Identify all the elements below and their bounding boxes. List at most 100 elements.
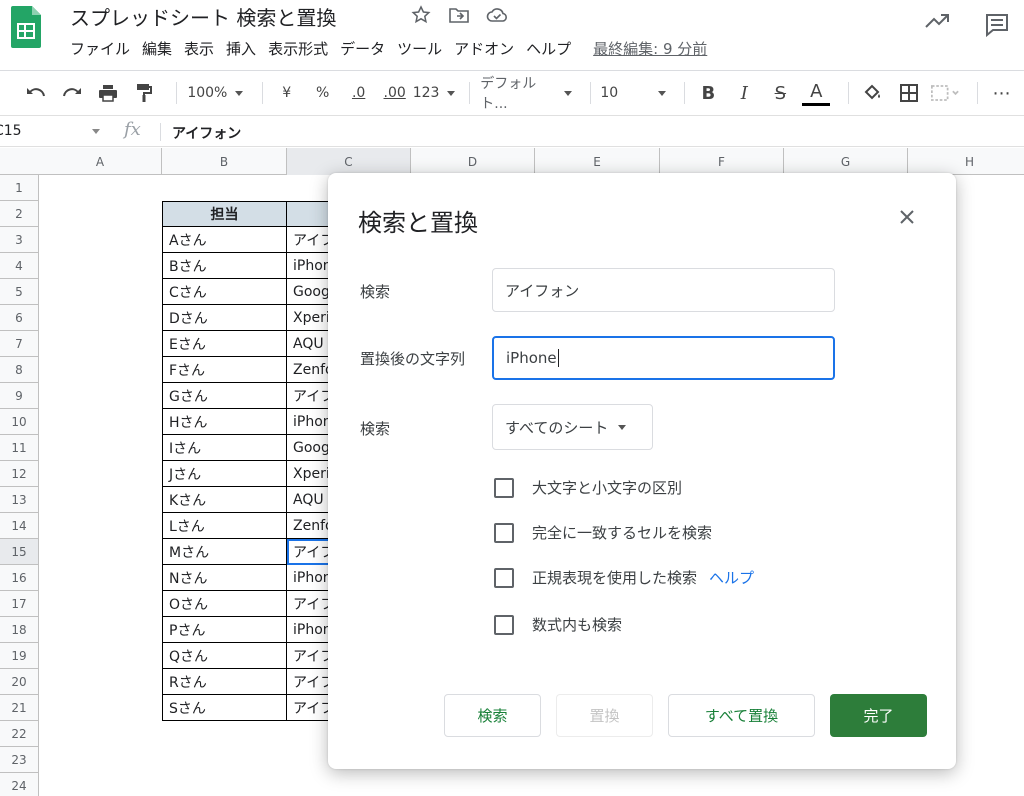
column-header-h[interactable]: H — [908, 148, 1024, 175]
table-cell-name[interactable]: Dさん — [162, 305, 287, 331]
table-cell-name[interactable]: Oさん — [162, 591, 287, 617]
menu-edit[interactable]: 編集 — [142, 38, 178, 59]
table-cell-name[interactable]: Hさん — [162, 409, 287, 435]
row-header[interactable]: 24 — [0, 773, 39, 796]
table-cell-name[interactable]: Kさん — [162, 487, 287, 513]
match-case-option[interactable]: 大文字と小文字の区別 — [494, 477, 682, 498]
column-header-e[interactable]: E — [535, 148, 660, 175]
row-header[interactable]: 7 — [0, 331, 39, 357]
find-button[interactable]: 検索 — [444, 694, 541, 737]
row-header[interactable]: 13 — [0, 487, 39, 513]
replace-button[interactable]: 置換 — [556, 694, 653, 737]
fill-color-icon[interactable] — [859, 79, 887, 107]
paint-format-icon[interactable] — [130, 79, 158, 107]
strikethrough-button[interactable]: S — [766, 79, 794, 107]
row-header[interactable]: 4 — [0, 253, 39, 279]
column-header-c[interactable]: C — [287, 148, 411, 175]
close-icon[interactable] — [896, 206, 918, 228]
row-header[interactable]: 11 — [0, 435, 39, 461]
document-title[interactable]: スプレッドシート 検索と置換 — [70, 2, 336, 31]
currency-button[interactable]: ¥ — [273, 79, 301, 107]
search-formulas-option[interactable]: 数式内も検索 — [494, 614, 622, 635]
font-size-select[interactable]: 10 — [600, 79, 666, 107]
help-link[interactable]: ヘルプ — [709, 567, 754, 588]
done-button[interactable]: 完了 — [830, 694, 927, 737]
table-cell-name[interactable]: Jさん — [162, 461, 287, 487]
row-header[interactable]: 23 — [0, 747, 39, 773]
table-cell-name[interactable]: Fさん — [162, 357, 287, 383]
percent-button[interactable]: % — [309, 79, 337, 107]
number-format-select[interactable]: 123 — [413, 79, 456, 107]
font-select[interactable]: デフォルト... — [480, 76, 572, 112]
comment-icon[interactable] — [984, 12, 1010, 42]
menu-data[interactable]: データ — [340, 38, 391, 59]
column-header-f[interactable]: F — [660, 148, 784, 175]
column-header-a[interactable]: A — [39, 148, 162, 175]
bold-button[interactable]: B — [694, 79, 722, 107]
sheets-logo-icon[interactable] — [10, 4, 42, 50]
regex-option[interactable]: 正規表現を使用した検索 ヘルプ — [494, 567, 754, 588]
row-header[interactable]: 1 — [0, 175, 39, 201]
print-icon[interactable] — [94, 79, 122, 107]
menu-format[interactable]: 表示形式 — [268, 38, 334, 59]
row-header[interactable]: 15 — [0, 539, 39, 565]
row-header[interactable]: 8 — [0, 357, 39, 383]
borders-icon[interactable] — [895, 79, 923, 107]
formula-input[interactable]: アイフォン — [172, 123, 241, 143]
table-cell-name[interactable]: Nさん — [162, 565, 287, 591]
star-icon[interactable] — [410, 4, 432, 26]
row-header[interactable]: 16 — [0, 565, 39, 591]
column-header-g[interactable]: G — [784, 148, 908, 175]
match-entire-cell-option[interactable]: 完全に一致するセルを検索 — [494, 522, 712, 543]
table-cell-name[interactable]: Mさん — [162, 539, 287, 565]
more-options-icon[interactable]: ⋯ — [988, 79, 1016, 107]
menu-file[interactable]: ファイル — [70, 38, 136, 59]
match-case-checkbox[interactable] — [494, 477, 514, 498]
row-header[interactable]: 3 — [0, 227, 39, 253]
undo-icon[interactable] — [22, 79, 50, 107]
table-cell-name[interactable]: Eさん — [162, 331, 287, 357]
zoom-select[interactable]: 100% — [187, 79, 244, 107]
menu-insert[interactable]: 挿入 — [226, 38, 262, 59]
row-header[interactable]: 9 — [0, 383, 39, 409]
row-header[interactable]: 18 — [0, 617, 39, 643]
row-header[interactable]: 10 — [0, 409, 39, 435]
text-color-button[interactable]: A — [802, 80, 831, 106]
row-header[interactable]: 21 — [0, 695, 39, 721]
table-cell-name[interactable]: Cさん — [162, 279, 287, 305]
last-edit-link[interactable]: 最終編集: 9 分前 — [593, 38, 713, 59]
move-folder-icon[interactable] — [448, 4, 470, 26]
table-cell-name[interactable]: Sさん — [162, 695, 287, 721]
menu-view[interactable]: 表示 — [184, 38, 220, 59]
row-header[interactable]: 6 — [0, 305, 39, 331]
column-header-b[interactable]: B — [162, 148, 287, 175]
cloud-saved-icon[interactable] — [486, 4, 508, 26]
find-input[interactable]: アイフォン — [492, 268, 835, 312]
table-cell-name[interactable]: Bさん — [162, 253, 287, 279]
match-entire-cell-checkbox[interactable] — [494, 522, 514, 543]
replace-input[interactable]: iPhone — [492, 336, 835, 380]
table-cell-name[interactable]: Gさん — [162, 383, 287, 409]
column-header-d[interactable]: D — [411, 148, 535, 175]
replace-all-button[interactable]: すべて置換 — [668, 694, 815, 737]
trending-up-icon[interactable] — [924, 12, 950, 42]
table-cell-name[interactable]: Lさん — [162, 513, 287, 539]
table-cell-name[interactable]: Aさん — [162, 227, 287, 253]
search-formulas-checkbox[interactable] — [494, 614, 514, 635]
name-box[interactable]: C15 — [0, 123, 108, 139]
row-header[interactable]: 20 — [0, 669, 39, 695]
italic-button[interactable]: I — [730, 79, 758, 107]
table-cell-name[interactable]: Qさん — [162, 643, 287, 669]
regex-checkbox[interactable] — [494, 567, 514, 588]
row-header[interactable]: 17 — [0, 591, 39, 617]
scope-select[interactable]: すべてのシート — [492, 404, 653, 450]
table-cell-name[interactable]: Pさん — [162, 617, 287, 643]
redo-icon[interactable] — [58, 79, 86, 107]
menu-addons[interactable]: アドオン — [454, 38, 520, 59]
increase-decimal-button[interactable]: .00 — [381, 79, 409, 107]
table-header-cell[interactable]: 担当 — [162, 201, 287, 227]
row-header[interactable]: 2 — [0, 201, 39, 227]
menu-help[interactable]: ヘルプ — [526, 38, 577, 59]
menu-tools[interactable]: ツール — [397, 38, 448, 59]
table-cell-name[interactable]: Rさん — [162, 669, 287, 695]
